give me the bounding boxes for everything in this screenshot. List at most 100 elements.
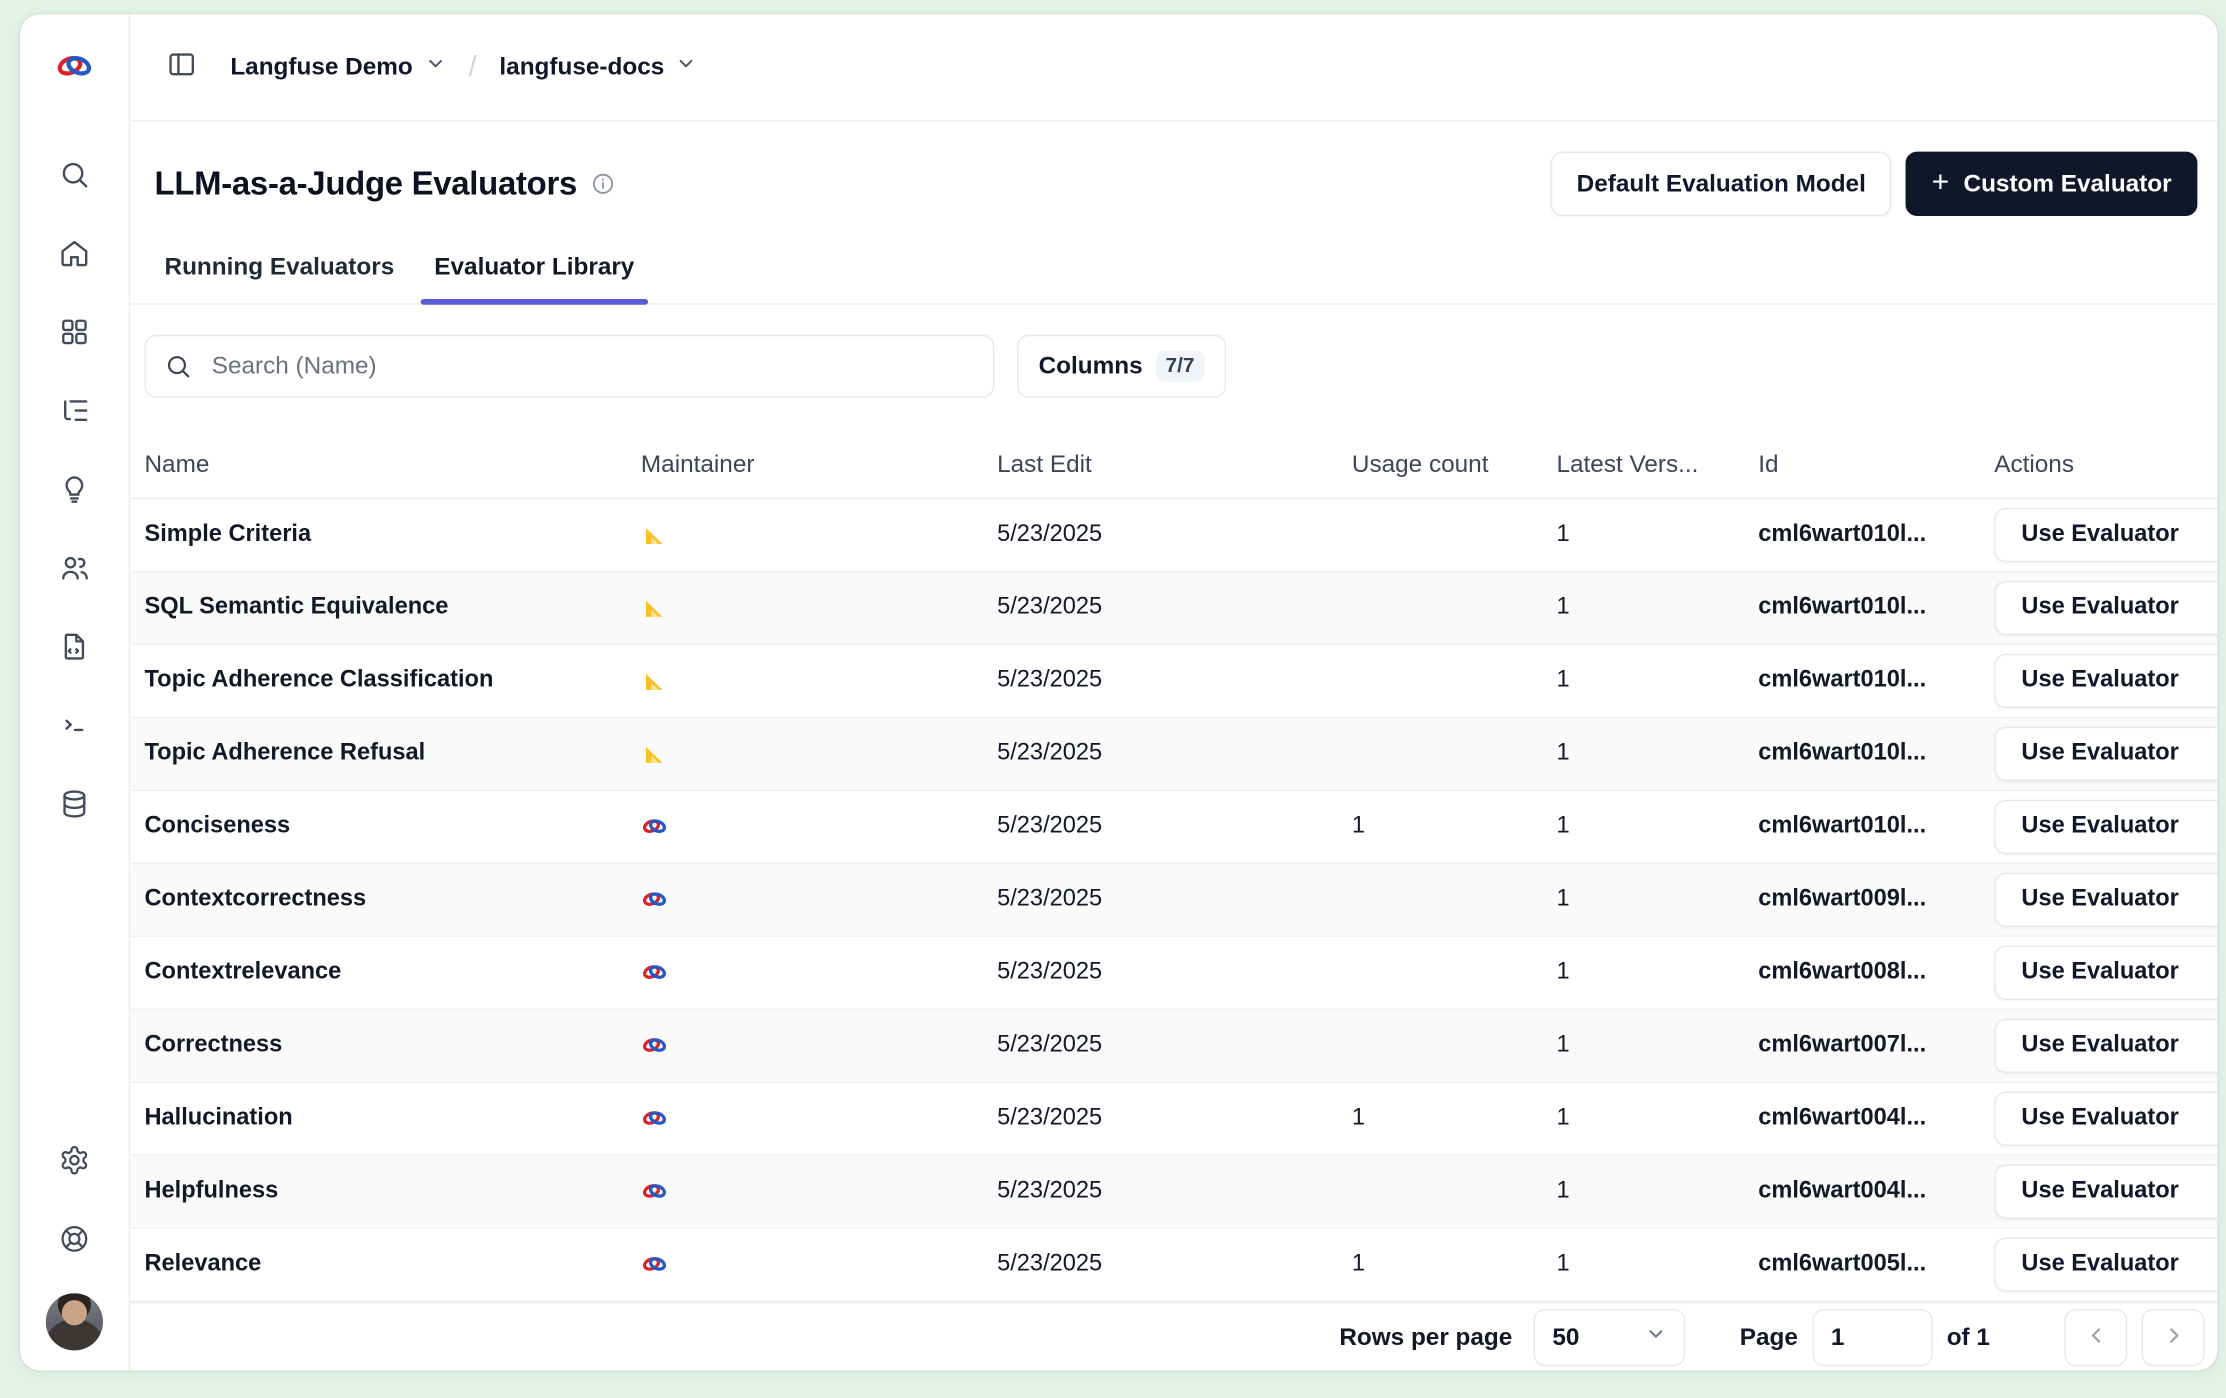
title-actions: Default Evaluation Model + Custom Evalua… [1551,152,2197,216]
ragas-icon [641,594,668,621]
sidebar-item-search[interactable] [46,149,103,206]
org-switcher[interactable]: Langfuse Demo [219,44,457,90]
table-row[interactable]: Correctness 5/23/2025 1 cml6wart007l... … [130,1009,2217,1082]
evaluator-name: Correctness [144,1031,282,1057]
main: LLM-as-a-Judge Evaluators Default Evalua… [130,122,2217,1371]
evaluator-name: Contextcorrectness [144,886,366,912]
panel-left-icon [166,48,197,87]
table-row[interactable]: SQL Semantic Equivalence 5/23/2025 1 cml… [130,571,2217,644]
toolbar: Columns 7/7 [130,305,2217,434]
use-evaluator-button[interactable]: Use Evaluator [1994,872,2217,926]
evaluator-name: SQL Semantic Equivalence [144,594,448,620]
search-icon [165,353,192,380]
sidebar-item-playground[interactable] [46,700,103,757]
terminal-icon [59,709,90,748]
custom-evaluator-button[interactable]: + Custom Evaluator [1906,152,2197,216]
rows-per-page-value: 50 [1552,1323,1579,1352]
use-evaluator-button[interactable]: Use Evaluator [1994,1018,2217,1072]
previous-page-button[interactable] [2064,1309,2127,1366]
table-row[interactable]: Simple Criteria 5/23/2025 1 cml6wart010l… [130,498,2217,571]
langfuse-icon [641,813,668,840]
sidebar-item-logo[interactable] [46,40,103,97]
sidebar-item-datasets[interactable] [46,778,103,835]
search-icon [59,158,90,197]
tabs: Running Evaluators Evaluator Library [130,216,2217,305]
evaluator-id: cml6wart010l... [1758,594,1926,620]
usage-count: 1 [1352,1250,1365,1276]
list-tree-icon [59,394,90,433]
pagination-footer: Rows per page 50 Page of 1 [130,1301,2217,1370]
use-evaluator-button[interactable]: Use Evaluator [1994,799,2217,853]
sidebar-item-evaluation[interactable] [46,464,103,521]
rows-per-page-select[interactable]: 50 [1534,1309,1686,1366]
sidebar-item-tracing[interactable] [46,385,103,442]
page-of-label: of 1 [1947,1323,1990,1352]
chevron-right-icon [2161,1323,2185,1352]
breadcrumb-separator: / [466,51,480,84]
table-row[interactable]: Conciseness 5/23/2025 1 1 cml6wart010l..… [130,790,2217,863]
search-box [144,335,994,398]
use-evaluator-button[interactable]: Use Evaluator [1994,1164,2217,1218]
table-row[interactable]: Relevance 5/23/2025 1 1 cml6wart005l... … [130,1227,2217,1300]
evaluator-id: cml6wart010l... [1758,813,1926,839]
use-evaluator-button[interactable]: Use Evaluator [1994,653,2217,707]
usage-count: 1 [1352,1104,1365,1130]
sidebar-item-prompts[interactable] [46,621,103,678]
project-switcher[interactable]: langfuse-docs [488,44,709,90]
latest-version: 1 [1556,594,1569,620]
lightbulb-icon [59,473,90,512]
use-evaluator-button[interactable]: Use Evaluator [1994,726,2217,780]
info-icon[interactable] [591,172,615,196]
table-row[interactable]: Topic Adherence Refusal 5/23/2025 1 cml6… [130,717,2217,790]
last-edit: 5/23/2025 [997,740,1102,766]
table-row[interactable]: Helpfulness 5/23/2025 1 cml6wart004l... … [130,1154,2217,1227]
latest-version: 1 [1556,886,1569,912]
sidebar-item-home[interactable] [46,227,103,284]
columns-button[interactable]: Columns 7/7 [1017,335,1226,398]
columns-count-badge: 7/7 [1156,350,1205,381]
evaluator-name: Topic Adherence Classification [144,667,493,693]
use-evaluator-button[interactable]: Use Evaluator [1994,580,2217,634]
sidebar-item-support[interactable] [46,1213,103,1270]
tab-running-evaluators[interactable]: Running Evaluators [150,245,408,304]
langfuse-icon [641,959,668,986]
table-row[interactable]: Topic Adherence Classification 5/23/2025… [130,644,2217,717]
evaluator-id: cml6wart010l... [1758,740,1926,766]
page-number-input[interactable] [1812,1309,1932,1366]
evaluator-id: cml6wart010l... [1758,667,1926,693]
next-page-button[interactable] [2142,1309,2205,1366]
table-row[interactable]: Contextrelevance 5/23/2025 1 cml6wart008… [130,936,2217,1009]
app-panel: Langfuse Demo / langfuse-docs LLM-as-a-J… [20,14,2217,1370]
database-icon [59,788,90,827]
use-evaluator-button[interactable]: Use Evaluator [1994,1237,2217,1291]
tab-evaluator-library[interactable]: Evaluator Library [420,245,649,304]
columns-label: Columns [1039,352,1143,381]
topbar: Langfuse Demo / langfuse-docs [130,14,2217,121]
last-edit: 5/23/2025 [997,886,1102,912]
evaluator-name: Contextrelevance [144,958,341,984]
default-evaluation-model-button[interactable]: Default Evaluation Model [1551,152,1892,216]
sidebar-item-dashboards[interactable] [46,306,103,363]
plus-icon: + [1932,167,1950,197]
chevron-down-icon [424,53,445,82]
rows-per-page-label: Rows per page [1339,1323,1512,1352]
last-edit: 5/23/2025 [997,667,1102,693]
search-input[interactable] [144,335,994,398]
last-edit: 5/23/2025 [997,813,1102,839]
sidebar-toggle-button[interactable] [153,39,210,96]
chevron-left-icon [2084,1323,2108,1352]
last-edit: 5/23/2025 [997,1177,1102,1203]
table-row[interactable]: Contextcorrectness 5/23/2025 1 cml6wart0… [130,863,2217,936]
use-evaluator-button[interactable]: Use Evaluator [1994,1091,2217,1145]
user-avatar[interactable] [46,1293,103,1350]
langfuse-logo-icon [54,45,94,92]
app-stage: Langfuse Demo / langfuse-docs LLM-as-a-J… [0,0,2226,1398]
table-row[interactable]: Hallucination 5/23/2025 1 1 cml6wart004l… [130,1082,2217,1155]
use-evaluator-button[interactable]: Use Evaluator [1994,945,2217,999]
column-header-usage-count: Usage count [1340,433,1545,497]
evaluator-table: Name Maintainer Last Edit Usage count La… [130,433,2217,1301]
users-icon [59,551,90,590]
sidebar-item-users[interactable] [46,542,103,599]
sidebar-item-settings[interactable] [46,1134,103,1191]
use-evaluator-button[interactable]: Use Evaluator [1994,507,2217,561]
